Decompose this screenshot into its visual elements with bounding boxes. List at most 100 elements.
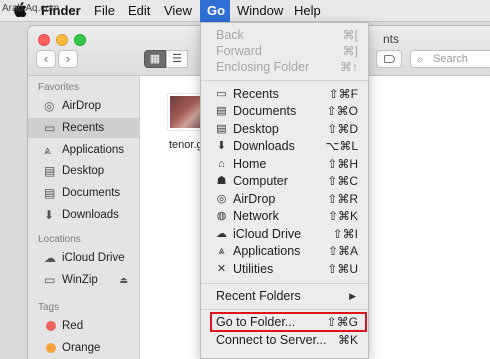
desktop-icon: ▤ xyxy=(44,164,56,178)
minimize-button[interactable] xyxy=(56,34,68,46)
sidebar-item-label: WinZip xyxy=(62,274,98,286)
menu-window[interactable]: Window xyxy=(230,0,290,22)
menu-item-shortcut: ⇧⌘A xyxy=(327,244,358,258)
menu-item-label: Utilities xyxy=(233,262,274,276)
documents-icon: ▤ xyxy=(216,105,227,117)
menu-item-label: iCloud Drive xyxy=(233,227,302,241)
menu-item-downloads[interactable]: ⬇ Downloads ⌥⌘L xyxy=(201,138,368,155)
sidebar-item-label: Downloads xyxy=(62,209,119,221)
network-icon: ◍ xyxy=(216,210,227,222)
watermark: Arab Aq.com xyxy=(2,3,60,14)
zoom-button[interactable] xyxy=(74,34,86,46)
menu-item-back[interactable]: Back ⌘[ xyxy=(201,27,368,44)
red-tag-icon xyxy=(46,321,56,331)
menu-item-home[interactable]: ⌂ Home ⇧⌘H xyxy=(201,156,368,173)
menu-item-label: AirDrop xyxy=(233,192,276,206)
sidebar: Favorites ◎ AirDrop ▭ Recents ⩓ Applicat… xyxy=(28,76,140,359)
sidebar-item-label: Recents xyxy=(62,122,105,134)
eject-icon[interactable]: ⏏ xyxy=(119,270,128,290)
menu-item-shortcut: ⌘[ xyxy=(342,28,358,42)
sidebar-item-tag-red[interactable]: Red xyxy=(28,316,140,336)
orange-tag-icon xyxy=(46,343,56,353)
menu-item-label: Back xyxy=(216,28,244,42)
applications-icon: ⩓ xyxy=(44,143,51,157)
menu-separator xyxy=(201,309,368,310)
menu-item-label: Network xyxy=(233,209,279,223)
menu-item-applications[interactable]: ⩓ Applications ⇧⌘A xyxy=(201,243,368,260)
menu-item-shortcut: ⇧⌘I xyxy=(332,227,358,241)
menu-separator xyxy=(201,80,368,81)
cloud-icon: ☁ xyxy=(216,228,227,240)
icon-view-button[interactable]: ▦ xyxy=(144,50,166,68)
menu-item-recent-folders[interactable]: Recent Folders ▶ xyxy=(201,288,368,305)
search-placeholder: Search xyxy=(433,53,468,65)
sidebar-item-documents[interactable]: ▤ Documents xyxy=(28,183,140,203)
sidebar-item-label: Red xyxy=(62,320,84,332)
home-icon: ⌂ xyxy=(218,158,225,170)
highlight-box xyxy=(210,312,367,332)
menu-item-label: Home xyxy=(233,157,267,171)
locations-heading: Locations xyxy=(38,234,81,245)
menu-bar: Finder File Edit View Go Window Help xyxy=(0,0,490,22)
menu-item-airdrop[interactable]: ◎ AirDrop ⇧⌘R xyxy=(201,191,368,208)
menu-item-desktop[interactable]: ▤ Desktop ⇧⌘D xyxy=(201,121,368,138)
menu-item-shortcut: ⇧⌘D xyxy=(327,122,358,136)
menu-item-connect-to-server[interactable]: Connect to Server... ⌘K xyxy=(201,332,368,349)
menu-item-computer[interactable]: ☗ Computer ⇧⌘C xyxy=(201,173,368,190)
menu-item-label: Enclosing Folder xyxy=(216,60,310,74)
sidebar-item-tag-orange[interactable]: Orange xyxy=(28,338,140,358)
menu-item-icloud-drive[interactable]: ☁ iCloud Drive ⇧⌘I xyxy=(201,226,368,243)
sidebar-item-downloads[interactable]: ⬇ Downloads xyxy=(28,205,140,225)
menu-separator xyxy=(201,283,368,284)
tags-heading: Tags xyxy=(38,302,60,313)
list-view-button[interactable]: ☰ xyxy=(166,50,188,68)
menu-edit[interactable]: Edit xyxy=(121,0,157,22)
back-button[interactable]: ‹ xyxy=(36,50,56,68)
utilities-icon: ✕ xyxy=(216,263,227,275)
sidebar-item-label: Orange xyxy=(62,342,101,354)
airdrop-icon: ◎ xyxy=(44,99,55,113)
menu-view[interactable]: View xyxy=(157,0,199,22)
downloads-icon: ⬇ xyxy=(216,140,227,152)
desktop-icon: ▤ xyxy=(216,123,227,135)
menu-item-label: Recent Folders xyxy=(216,289,301,303)
menu-item-recents[interactable]: ▭ Recents ⇧⌘F xyxy=(201,86,368,103)
sidebar-item-applications[interactable]: ⩓ Applications xyxy=(28,140,140,160)
menu-item-documents[interactable]: ▤ Documents ⇧⌘O xyxy=(201,103,368,120)
menu-item-label: Desktop xyxy=(233,122,279,136)
applications-icon: ⩓ xyxy=(218,245,225,257)
menu-file[interactable]: File xyxy=(87,0,122,22)
computer-icon: ☗ xyxy=(216,175,227,187)
search-field[interactable]: ⌕ Search xyxy=(410,50,490,68)
menu-help[interactable]: Help xyxy=(287,0,328,22)
menu-item-label: Recents xyxy=(233,87,279,101)
file-label[interactable]: tenor.g xyxy=(169,139,203,151)
menu-item-label: Documents xyxy=(233,104,297,118)
close-button[interactable] xyxy=(38,34,50,46)
menu-item-forward[interactable]: Forward ⌘] xyxy=(201,43,368,60)
forward-button[interactable]: › xyxy=(58,50,78,68)
sidebar-item-icloud-drive[interactable]: ☁ iCloud Drive xyxy=(28,248,140,268)
sidebar-item-desktop[interactable]: ▤ Desktop xyxy=(28,161,140,181)
cloud-icon: ☁ xyxy=(44,251,56,265)
menu-item-network[interactable]: ◍ Network ⇧⌘K xyxy=(201,208,368,225)
submenu-arrow-icon: ▶ xyxy=(349,291,356,301)
menu-item-utilities[interactable]: ✕ Utilities ⇧⌘U xyxy=(201,261,368,278)
airdrop-icon: ◎ xyxy=(216,193,227,205)
menu-item-label: Downloads xyxy=(233,139,295,153)
menu-go[interactable]: Go xyxy=(200,0,230,22)
sidebar-item-recents[interactable]: ▭ Recents xyxy=(28,118,140,138)
window-title: nts xyxy=(383,32,400,46)
sidebar-item-airdrop[interactable]: ◎ AirDrop xyxy=(28,96,140,116)
sidebar-item-winzip[interactable]: ▭ WinZip ⏏ xyxy=(28,270,140,290)
menu-item-shortcut: ⌘K xyxy=(337,333,358,347)
menu-item-enclosing-folder[interactable]: Enclosing Folder ⌘↑ xyxy=(201,59,368,76)
sidebar-item-label: AirDrop xyxy=(62,100,101,112)
menu-item-shortcut: ⇧⌘O xyxy=(326,104,358,118)
menu-item-label: Applications xyxy=(233,244,301,258)
menu-item-label: Forward xyxy=(216,44,262,58)
tag-icon xyxy=(384,55,395,63)
tag-button[interactable] xyxy=(376,50,402,68)
menu-item-shortcut: ⇧⌘H xyxy=(327,157,358,171)
favorites-heading: Favorites xyxy=(38,82,80,93)
